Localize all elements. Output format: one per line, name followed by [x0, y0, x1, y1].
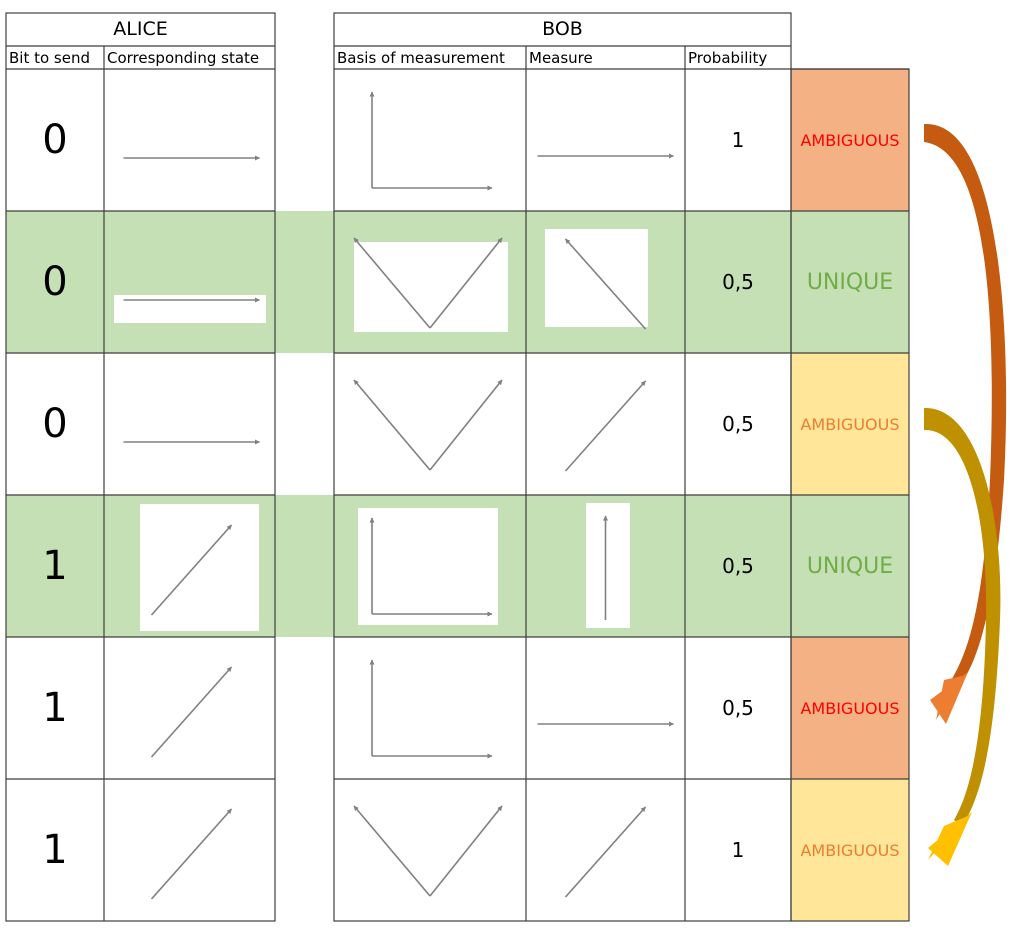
curve-arrow-row3-to-row6-head [928, 812, 972, 866]
cell-white-box [354, 242, 508, 332]
cell-white-box [358, 508, 498, 625]
alice-table-border [5, 12, 276, 922]
state-diagonal-arrow [150, 808, 233, 900]
basis-right-diagonal-axis [429, 379, 503, 471]
bob-table-border [333, 12, 792, 922]
cell-white-box [545, 229, 648, 327]
measure-diagonal-arrow [564, 380, 647, 472]
state-diagonal-arrow [150, 666, 233, 758]
curve-arrow-row1-to-row5-head [930, 672, 968, 724]
measure-diagonal-arrow [564, 806, 647, 898]
protocol-table-drawing [5, 12, 1007, 922]
cell-white-box [140, 504, 259, 631]
basis-right-diagonal-axis [429, 805, 503, 897]
cell-white-box [586, 503, 630, 628]
basis-left-diagonal-axis [353, 805, 431, 897]
curve-arrow-row3-to-row6 [924, 407, 1001, 826]
basis-left-diagonal-axis [353, 379, 431, 471]
